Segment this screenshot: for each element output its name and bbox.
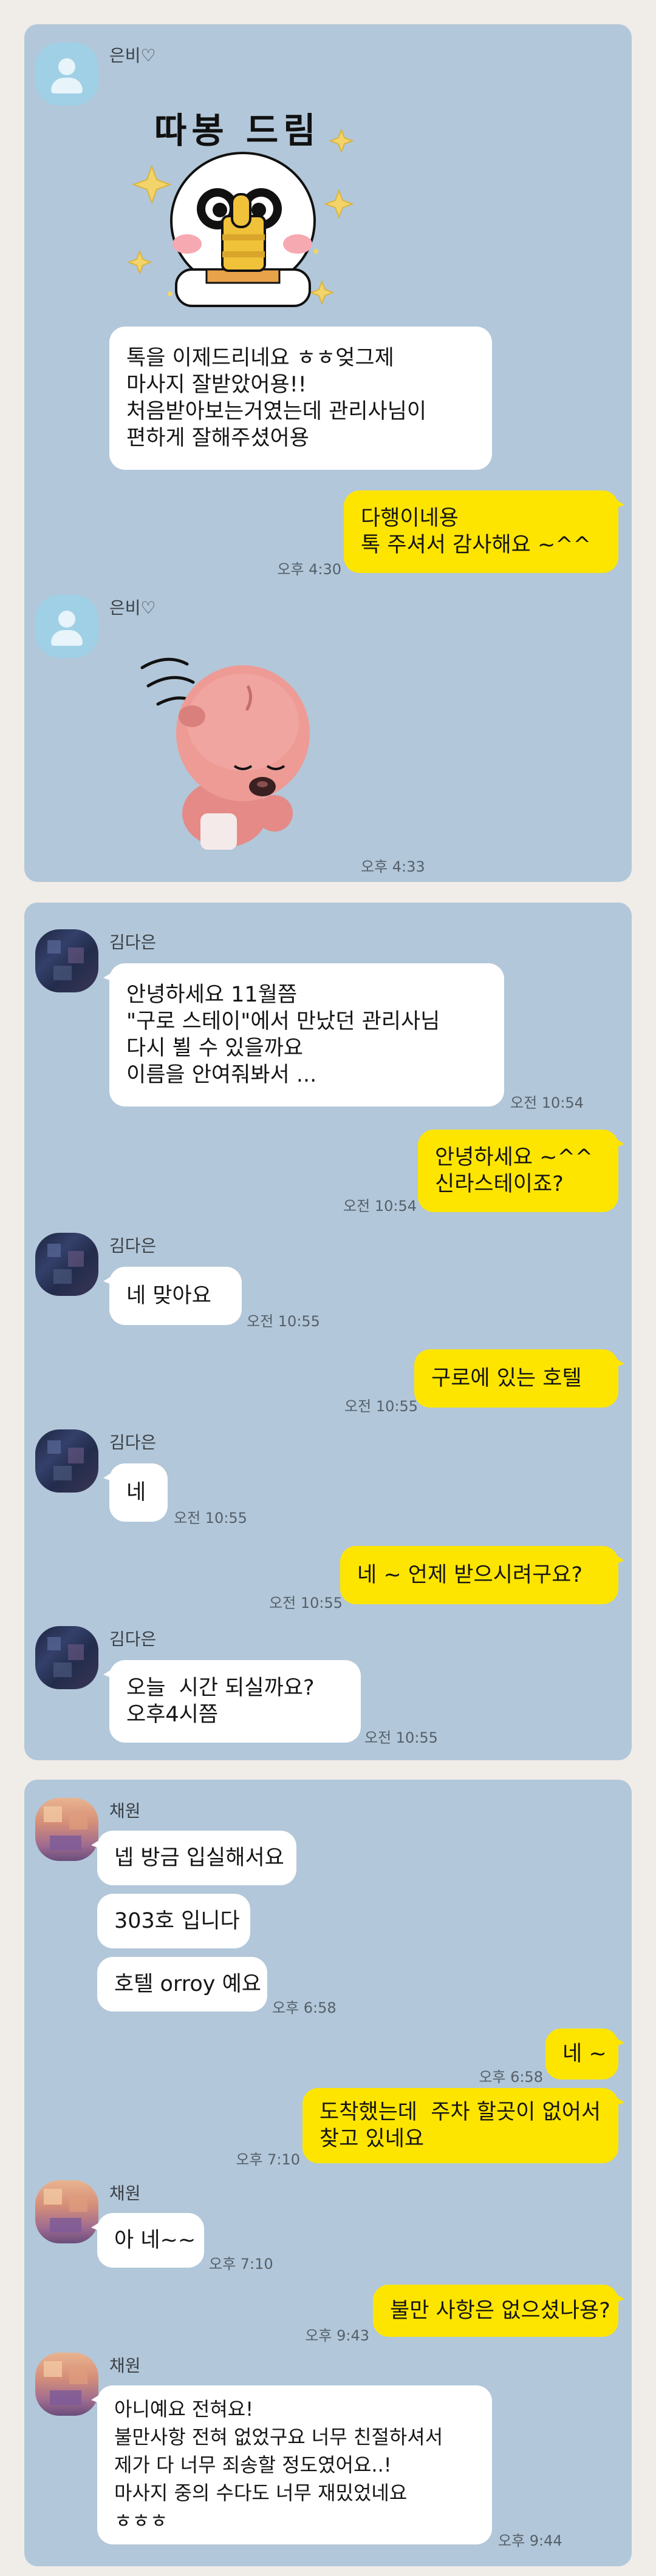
incoming-message-bubble[interactable]: 넵 방금 입실해서요: [91, 1831, 296, 1885]
message-timestamp: 오전 10:55: [269, 1595, 343, 1612]
incoming-message-bubble[interactable]: 303호 입니다: [97, 1894, 250, 1948]
outgoing-message-bubble[interactable]: 구로에 있는 호텔: [414, 1349, 624, 1408]
message-timestamp: 오후 6:58: [272, 1999, 337, 2016]
message-timestamp: 오전 10:55: [364, 1729, 438, 1746]
profile-avatar[interactable]: [35, 929, 98, 992]
profile-avatar[interactable]: [35, 42, 98, 106]
incoming-message-bubble[interactable]: 아 네~~: [91, 2213, 204, 2268]
incoming-message-bubble[interactable]: 네 맞아요: [103, 1267, 242, 1325]
incoming-message-bubble[interactable]: 톡을 이제드리네요 ㅎㅎ엊그제 마사지 잘받았어용!! 처음받아보는거였는데 관…: [109, 327, 492, 470]
message-timestamp: 오후 7:10: [236, 2151, 300, 2168]
profile-avatar[interactable]: [35, 1626, 98, 1689]
message-timestamp: 오후 6:58: [479, 2069, 543, 2086]
person-icon: [58, 611, 75, 628]
sender-name: 김다은: [109, 932, 157, 952]
chat-panel-2: 김다은 안녕하세요 11월쯤 "구로 스테이"에서 만났던 관리사님 다시 뵐 …: [24, 903, 632, 1760]
message-timestamp: 오전 10:55: [174, 1510, 247, 1527]
sticker-caption: 따봉 드림: [154, 110, 321, 151]
message-timestamp: 오후 7:10: [209, 2256, 273, 2273]
incoming-message-bubble[interactable]: 오늘 시간 되실까요? 오후4시쯤: [103, 1660, 361, 1743]
message-timestamp: 오후 9:43: [305, 2327, 369, 2344]
profile-avatar[interactable]: [35, 595, 98, 658]
bowing-bear-illustration: [140, 657, 310, 850]
outgoing-message-bubble[interactable]: 네 ~: [545, 2029, 624, 2079]
outgoing-message-bubble[interactable]: 다행이네용 톡 주셔서 감사해요 ~^^: [344, 490, 624, 573]
message-timestamp: 오전 10:54: [343, 1198, 417, 1215]
profile-avatar[interactable]: [35, 1798, 98, 1861]
sender-name: 채원: [109, 2356, 141, 2376]
incoming-message-bubble[interactable]: 안녕하세요 11월쯤 "구로 스테이"에서 만났던 관리사님 다시 뵐 수 있을…: [103, 963, 504, 1107]
message-timestamp: 오전 10:55: [344, 1398, 418, 1415]
incoming-message-bubble[interactable]: 호텔 orroy 예요: [97, 1957, 267, 2012]
sender-name: 채원: [109, 2183, 141, 2203]
profile-avatar[interactable]: [35, 2353, 98, 2416]
profile-avatar[interactable]: [35, 2180, 98, 2243]
incoming-message-bubble[interactable]: 아니예요 전혀요! 불만사항 전혀 없었구요 너무 친절하셔서 제가 다 너무 …: [91, 2385, 492, 2544]
sender-name: 김다은: [109, 1629, 157, 1649]
sender-name: 은비♡: [109, 46, 156, 66]
outgoing-message-bubble[interactable]: 도착했는데 주차 할곳이 없어서 찾고 있네요: [302, 2088, 624, 2163]
person-icon: [58, 58, 75, 75]
message-timestamp: 오후 9:44: [498, 2532, 562, 2549]
chat-panel-1: 은비♡ 따봉 드림 톡을 이제드리네요 ㅎㅎ엊그제 마사지 잘받았어용!! 처음…: [24, 24, 632, 882]
sender-name: 채원: [109, 1801, 141, 1821]
thumbs-up-character-sticker[interactable]: 따봉 드림: [115, 75, 383, 342]
sender-name: 김다은: [109, 1432, 157, 1452]
message-timestamp: 오전 10:55: [247, 1313, 320, 1330]
sticker-timestamp: 오후 4:33: [361, 858, 425, 875]
message-timestamp: 오후 4:30: [277, 561, 341, 578]
chat-panel-3: 채원 넵 방금 입실해서요 303호 입니다 호텔 orroy 예요 오후 6:…: [24, 1780, 632, 2566]
message-timestamp: 오전 10:54: [510, 1094, 584, 1111]
outgoing-message-bubble[interactable]: 안녕하세요 ~^^ 신라스테이죠?: [418, 1130, 624, 1212]
sender-name: 은비♡: [109, 598, 156, 618]
bowing-pink-bear-sticker[interactable]: [134, 631, 328, 856]
profile-avatar[interactable]: [35, 1233, 98, 1296]
profile-avatar[interactable]: [35, 1429, 98, 1493]
outgoing-message-bubble[interactable]: 네 ~ 언제 받으시려구요?: [340, 1546, 624, 1604]
sender-name: 김다은: [109, 1236, 157, 1256]
incoming-message-bubble[interactable]: 네: [103, 1463, 168, 1522]
outgoing-message-bubble[interactable]: 불만 사항은 없으셨나용?: [373, 2285, 624, 2337]
